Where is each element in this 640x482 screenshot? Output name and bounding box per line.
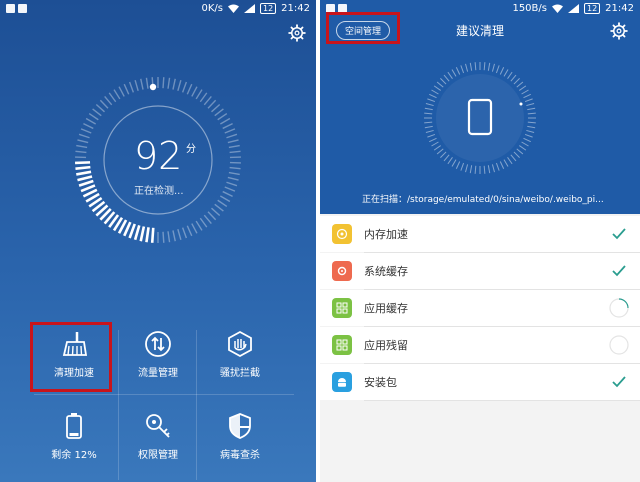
loading-spinner-icon	[609, 298, 629, 318]
tool-battery[interactable]: 剩余 12%	[32, 412, 116, 461]
tool-harassment-block[interactable]: 骚扰拦截	[198, 330, 282, 379]
tool-virus-scan[interactable]: 病毒查杀	[198, 412, 282, 461]
app-grid-icon	[332, 335, 352, 355]
network-speed: 0K/s	[201, 2, 223, 14]
key-icon	[146, 414, 170, 438]
list-item-install-packages[interactable]: 安装包	[320, 364, 640, 400]
item-label: 系统缓存	[364, 265, 408, 278]
battery-indicator: 12	[259, 2, 277, 14]
gear-icon	[332, 261, 352, 281]
item-label: 应用缓存	[364, 302, 408, 315]
loading-spinner-icon	[609, 335, 629, 355]
notification-icons	[6, 3, 27, 13]
list-divider	[364, 400, 640, 401]
tool-permissions[interactable]: 权限管理	[116, 412, 200, 461]
score-unit: 分	[186, 144, 196, 155]
shield-icon	[229, 413, 251, 439]
left-screen: 0K/s 12 21:42 92 分 正在检测... 清理加速 流量管理 骚扰拦…	[0, 0, 316, 482]
status-bar: 0K/s 12 21:42	[0, 0, 316, 16]
block-hand-icon	[228, 330, 252, 358]
signal-icon	[243, 3, 255, 13]
list-item-memory-boost[interactable]: 内存加速	[320, 216, 640, 252]
item-label: 安装包	[364, 376, 397, 389]
tool-label: 病毒查杀	[220, 450, 260, 461]
tool-label: 骚扰拦截	[220, 368, 260, 379]
grid-divider	[34, 394, 294, 395]
check-icon	[612, 265, 626, 277]
gear-icon[interactable]	[610, 22, 628, 40]
tool-label: 剩余 12%	[51, 450, 97, 461]
checking-status: 正在检测...	[134, 186, 184, 197]
list-item-app-residue[interactable]: 应用残留	[320, 327, 640, 363]
android-icon	[332, 372, 352, 392]
traffic-icon	[145, 331, 171, 357]
battery-icon	[66, 413, 82, 439]
item-label: 应用残留	[364, 339, 408, 352]
tool-label: 权限管理	[138, 450, 178, 461]
network-speed: 150B/s	[512, 2, 547, 14]
battery-indicator: 12	[583, 2, 601, 14]
wifi-icon	[227, 4, 239, 13]
clock: 21:42	[281, 2, 310, 14]
scan-path: 正在扫描：/storage/emulated/0/sina/weibo/.wei…	[362, 195, 604, 205]
tool-label: 流量管理	[138, 368, 178, 379]
right-screen: 150B/s 12 21:42 空间管理 建议清理 正在扫描：/storage/…	[320, 0, 640, 482]
app-notification-icon	[6, 3, 15, 13]
scan-dial	[424, 62, 536, 174]
gear-icon[interactable]	[288, 24, 306, 42]
check-icon	[612, 228, 626, 240]
check-icon	[612, 376, 626, 388]
health-score: 92	[134, 134, 183, 178]
item-label: 内存加速	[364, 228, 408, 241]
tool-traffic[interactable]: 流量管理	[116, 330, 200, 379]
list-item-app-cache[interactable]: 应用缓存	[320, 290, 640, 326]
app-grid-icon	[332, 298, 352, 318]
list-item-system-cache[interactable]: 系统缓存	[320, 253, 640, 289]
clock: 21:42	[605, 2, 634, 14]
wifi-icon	[551, 4, 563, 13]
highlight-box	[30, 322, 112, 392]
signal-icon	[567, 3, 579, 13]
memory-icon	[332, 224, 352, 244]
highlight-box	[326, 12, 400, 44]
image-notification-icon	[18, 3, 27, 13]
